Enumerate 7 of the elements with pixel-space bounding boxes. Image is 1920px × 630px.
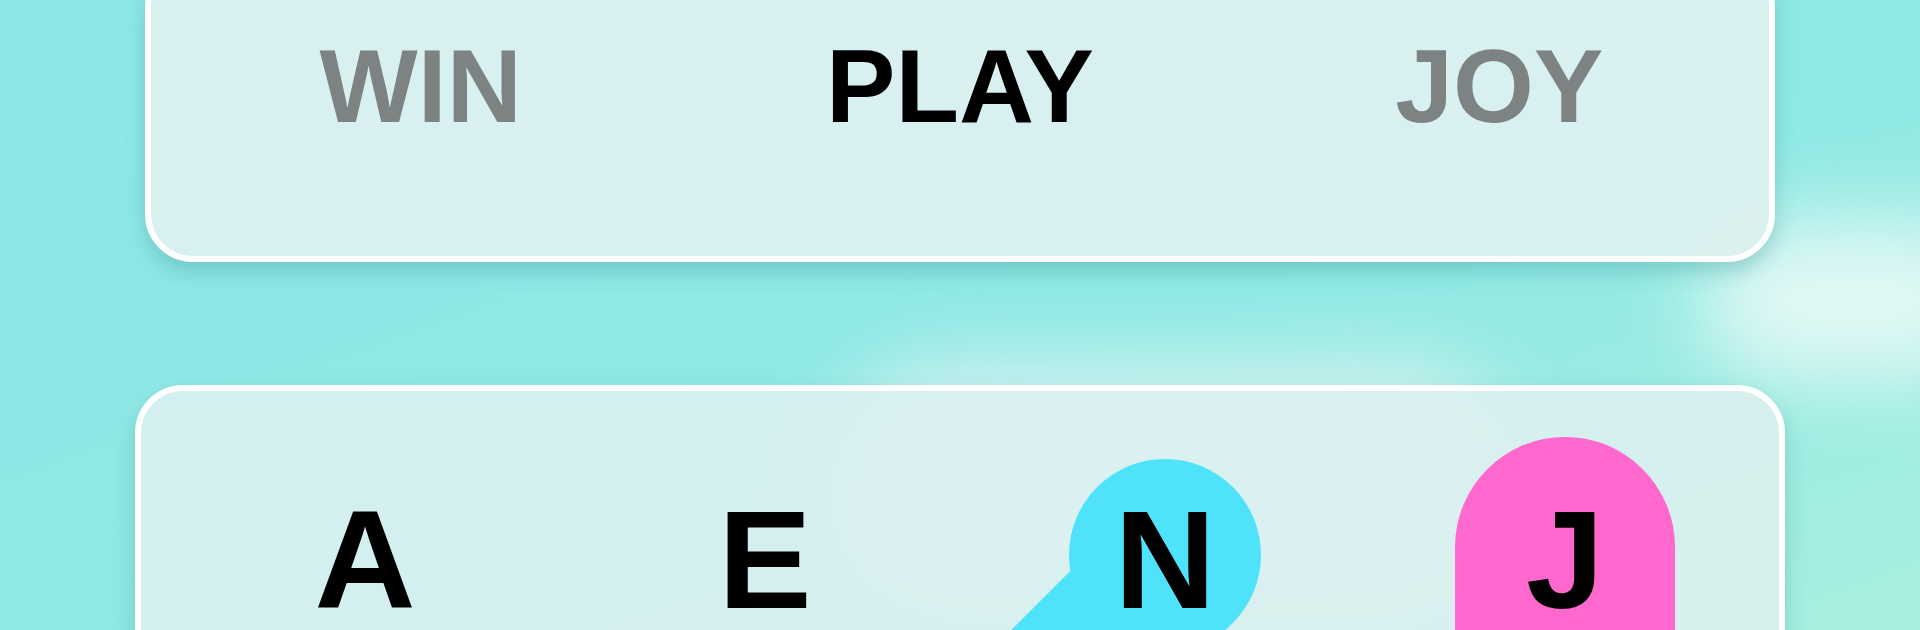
letter-tile[interactable]: E — [718, 500, 812, 620]
target-word: JOY — [1395, 34, 1604, 138]
target-word: PLAY — [826, 34, 1094, 138]
letter-tile[interactable]: A — [314, 500, 416, 620]
target-word: WIN — [319, 34, 522, 138]
letter-tile[interactable]: N — [1114, 500, 1216, 620]
letter-tile[interactable]: J — [1526, 500, 1604, 620]
